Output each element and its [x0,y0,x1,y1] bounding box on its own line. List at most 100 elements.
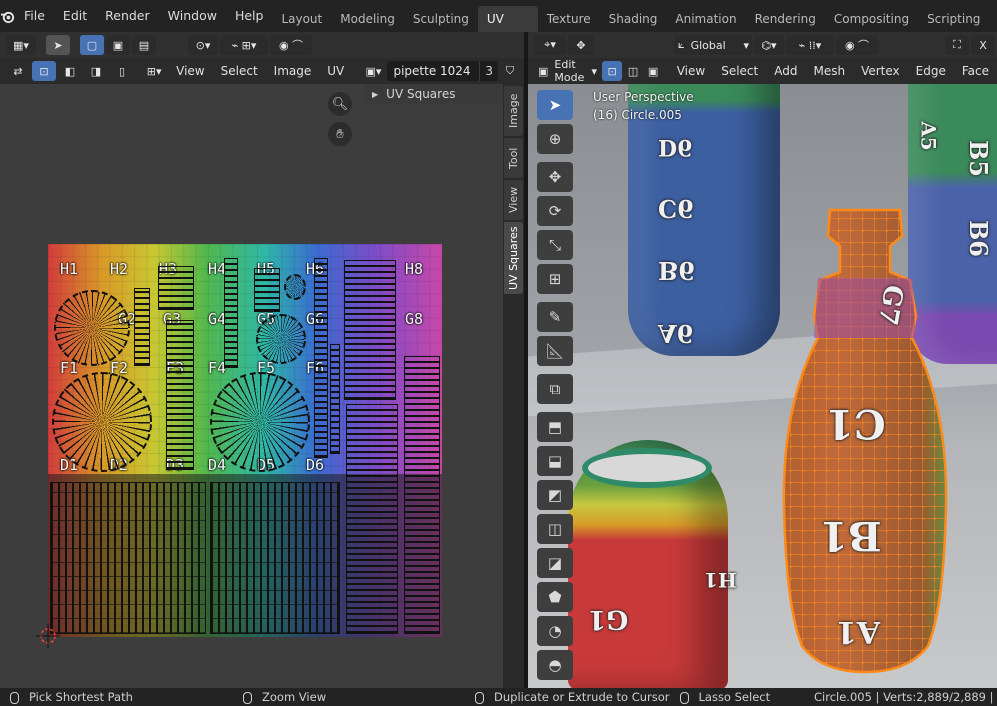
uv-island-circle[interactable] [256,314,306,364]
select-box-tool-icon[interactable]: ➤ [537,90,573,120]
uv-menu-view[interactable]: View [168,64,212,78]
menu-window[interactable]: Window [159,0,226,32]
add-cube-tool-icon[interactable]: ⧉ [537,374,573,404]
move-tool-icon[interactable]: ✥ [537,162,573,192]
snap-3d-icon[interactable]: ⌁ ⁞⁞▾ [786,35,834,55]
edge-select-icon[interactable]: ◫ [624,61,643,81]
tab-shading[interactable]: Shading [600,6,667,32]
uv-face-mode-icon[interactable]: ◨ [84,61,108,81]
uv-menu-image[interactable]: Image [266,64,320,78]
uv-island-strip[interactable] [134,288,150,366]
scale-tool-icon[interactable]: ⤡ [537,230,573,260]
close-area-button[interactable]: X [971,35,995,55]
uv-menu-uv[interactable]: UV [319,64,352,78]
uv-island-circle[interactable] [284,274,306,300]
proportional-3d-icon[interactable]: ◉ ⌒ [836,35,878,55]
pivot-point-icon[interactable]: ⊙▾ [188,35,218,55]
annotate-tool-icon[interactable]: ✎ [537,302,573,332]
uv-island-strip[interactable] [404,356,440,634]
tab-image[interactable]: Image [504,86,523,136]
transform-tool-icon[interactable]: ⊞ [537,264,573,294]
uv-island-grid[interactable] [50,482,206,634]
tab-uv-squares[interactable]: UV Squares [504,222,523,294]
viewport-menu-face[interactable]: Face [954,64,997,78]
uv-island-mode-icon[interactable]: ▯ [110,61,134,81]
tab-animation[interactable]: Animation [666,6,745,32]
menu-help[interactable]: Help [226,0,273,32]
uv-island-strip[interactable] [346,404,398,634]
uv-island-circle[interactable] [54,290,130,366]
tab-texture-paint[interactable]: Texture Paint [538,6,600,52]
select-mode-new-icon[interactable]: ▢ [80,35,104,55]
uv-island-grid[interactable] [210,482,340,634]
tab-sculpting[interactable]: Sculpting [404,6,478,32]
editor-type-icon[interactable]: ▦▾ [6,35,36,55]
uv-island-circle[interactable] [52,372,152,472]
select-mode-subtract-icon[interactable]: ▤ [132,35,156,55]
uv-island-strip[interactable] [224,258,238,368]
tab-view[interactable]: View [504,180,523,220]
image-user-count[interactable]: 3 [479,61,498,81]
select-tool-icon[interactable]: ➤ [46,35,70,55]
orientation-selector[interactable]: ⟀ Global ▾ [674,35,752,55]
add-workspace-button[interactable]: + [989,6,997,32]
viewport-menu-vertex[interactable]: Vertex [853,64,908,78]
transform-gizmo-icon[interactable]: ✥ [568,35,594,55]
select-mode-extend-icon[interactable]: ▣ [106,35,130,55]
uv-edge-mode-icon[interactable]: ◧ [58,61,82,81]
snap-icon[interactable]: ⌁ ⊞▾ [220,35,268,55]
viewport-menu-edge[interactable]: Edge [908,64,954,78]
face-select-icon[interactable]: ▣ [644,61,663,81]
tab-tool[interactable]: Tool [504,138,523,178]
proportional-edit-icon[interactable]: ◉ ⌒ [270,35,312,55]
viewport-menu-mesh[interactable]: Mesh [805,64,853,78]
measure-tool-icon[interactable]: 📐︎ [537,336,573,366]
tab-scripting[interactable]: Scripting [918,6,989,32]
tab-compositing[interactable]: Compositing [825,6,918,32]
tab-layout[interactable]: Layout [272,6,331,32]
bevel-tool-icon[interactable]: ◩ [537,480,573,510]
uv-island-strip[interactable] [330,344,340,454]
menu-file[interactable]: File [15,0,54,32]
uv-island-strip[interactable] [314,258,328,458]
rotate-tool-icon[interactable]: ⟳ [537,196,573,226]
poly-build-tool-icon[interactable]: ⬟ [537,582,573,612]
pivot-point-3d-icon[interactable]: ⌬▾ [754,35,784,55]
selected-bottle-mesh[interactable]: G7 C1 B1 A1 [778,206,952,676]
tab-rendering[interactable]: Rendering [746,6,825,32]
sticky-selection-icon[interactable]: ⊞▾ [142,61,167,81]
blender-logo-icon[interactable] [0,0,15,32]
editor-type-3d-icon[interactable]: ⌖▾ [534,35,566,55]
uv-island-strip[interactable] [158,266,194,310]
sync-selection-icon[interactable]: ⇄ [6,61,30,81]
pan-view-hand-icon[interactable]: ✋︎ [328,122,352,146]
image-name-field[interactable]: pipette 1024 [387,61,480,81]
mode-selector[interactable]: ▣ Edit Mode ▾ [534,58,601,84]
menu-render[interactable]: Render [96,0,159,32]
tab-uv-editing[interactable]: UV Editing [477,5,538,52]
uv-2d-cursor-icon[interactable] [36,624,60,648]
image-browse-icon[interactable]: ▣▾ [361,61,386,81]
vertex-select-icon[interactable]: ⊡ [602,61,623,81]
viewport-menu-add[interactable]: Add [766,64,805,78]
viewport-menu-view[interactable]: View [669,64,713,78]
3d-viewport[interactable]: D6 C6 B6 A6 B5 B6 A5 G1 H1 G7 C1 B1 A1 U… [528,84,997,688]
viewport-menu-select[interactable]: Select [713,64,766,78]
object-visibility-icon[interactable]: ⛶ [945,35,969,55]
extrude-tool-icon[interactable]: ⬒ [537,412,573,442]
zoom-view-icon[interactable]: 🔍︎ [328,92,352,116]
uv-island-strip[interactable] [166,320,194,470]
uv-menu-select[interactable]: Select [213,64,266,78]
uv-vertex-mode-icon[interactable]: ⊡ [32,61,56,81]
spin-tool-icon[interactable]: ◔ [537,616,573,646]
cursor-tool-icon[interactable]: ⊕ [537,124,573,154]
uv-island-circle[interactable] [210,372,310,472]
tab-modeling[interactable]: Modeling [331,6,404,32]
fake-user-shield-icon[interactable]: ⛉ [498,61,522,81]
smooth-tool-icon[interactable]: ◓ [537,650,573,680]
uv-island-strip[interactable] [254,268,280,312]
menu-edit[interactable]: Edit [54,0,96,32]
knife-tool-icon[interactable]: ◪ [537,548,573,578]
inset-tool-icon[interactable]: ⬓ [537,446,573,476]
loop-cut-tool-icon[interactable]: ◫ [537,514,573,544]
